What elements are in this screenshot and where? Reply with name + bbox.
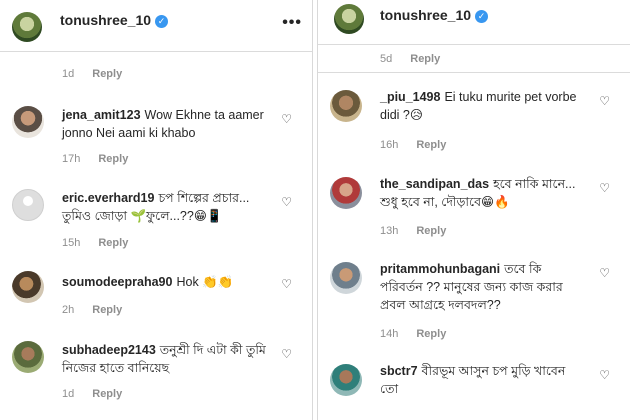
commenter-username[interactable]: pritammohunbagani — [380, 262, 500, 276]
reply-button[interactable]: Reply — [92, 68, 122, 80]
commenter-avatar[interactable] — [12, 189, 44, 221]
left-comments-panel: tonushree_10 ✓ ••• 1d Reply jena_amit123 Wo… — [0, 0, 312, 420]
comment-meta: 15h Reply — [62, 237, 128, 249]
comment-time: 2h — [62, 304, 75, 316]
comment-body: soumodeepraha90 Hok 👏👏 — [62, 273, 267, 291]
author-username[interactable]: tonushree_10 ✓ — [60, 12, 169, 28]
more-options-icon[interactable]: ••• — [282, 14, 302, 32]
comment-meta: 13h Reply — [380, 225, 446, 237]
like-heart-icon[interactable]: ♡ — [599, 368, 610, 382]
comment-body: sbctr7 বীরভূম আসুন চপ মুড়ি খাবেন তো — [380, 362, 585, 398]
comment-body: subhadeep2143 তনুশ্রী দি এটা কী তুমি নিজে… — [62, 341, 267, 377]
reply-button[interactable]: Reply — [92, 388, 122, 400]
comment-meta: 5d Reply — [380, 53, 440, 65]
verified-badge-icon: ✓ — [475, 9, 489, 23]
commenter-username[interactable]: _piu_1498 — [380, 90, 440, 104]
reply-button[interactable]: Reply — [416, 139, 446, 151]
like-heart-icon[interactable]: ♡ — [599, 181, 610, 195]
like-heart-icon[interactable]: ♡ — [281, 112, 292, 126]
reply-button[interactable]: Reply — [98, 237, 128, 249]
author-username-text[interactable]: tonushree_10 — [60, 12, 151, 28]
reply-button[interactable]: Reply — [98, 153, 128, 165]
commenter-username[interactable]: jena_amit123 — [62, 108, 141, 122]
post-header: tonushree_10 ✓ — [318, 0, 630, 45]
comment-body: the_sandipan_das হবে নাকি মানে... শুধু হব… — [380, 175, 585, 211]
comment-meta: 16h Reply — [380, 139, 446, 151]
like-heart-icon[interactable]: ♡ — [599, 266, 610, 280]
commenter-username[interactable]: subhadeep2143 — [62, 343, 156, 357]
comment-text: Hok 👏👏 — [176, 275, 234, 289]
commenter-avatar[interactable] — [330, 364, 362, 396]
comment-time: 1d — [62, 68, 75, 80]
author-username-text[interactable]: tonushree_10 — [380, 7, 471, 23]
author-username[interactable]: tonushree_10 ✓ — [380, 7, 489, 23]
section-divider — [318, 72, 630, 73]
verified-badge-icon: ✓ — [155, 14, 169, 28]
comment-time: 1d — [62, 388, 75, 400]
comment-time: 14h — [380, 328, 399, 340]
like-heart-icon[interactable]: ♡ — [599, 94, 610, 108]
like-heart-icon[interactable]: ♡ — [281, 277, 292, 291]
commenter-avatar[interactable] — [330, 262, 362, 294]
comment-time: 16h — [380, 139, 399, 151]
commenter-username[interactable]: eric.everhard19 — [62, 191, 154, 205]
comment-time: 5d — [380, 53, 393, 65]
comment-body: _piu_1498 Ei tuku murite pet vorbe didi ?… — [380, 88, 585, 124]
comment-body: pritammohunbagani তবে কি পরিবর্তন ?? মানু… — [380, 260, 585, 314]
comment-body: jena_amit123 Wow Ekhne ta aamer jonno Nei… — [62, 106, 267, 142]
comment-time: 17h — [62, 153, 81, 165]
reply-button[interactable]: Reply — [416, 225, 446, 237]
author-avatar[interactable] — [334, 4, 364, 34]
commenter-avatar[interactable] — [12, 341, 44, 373]
comment-meta: 17h Reply — [62, 153, 128, 165]
commenter-avatar[interactable] — [330, 90, 362, 122]
like-heart-icon[interactable]: ♡ — [281, 195, 292, 209]
like-heart-icon[interactable]: ♡ — [281, 347, 292, 361]
post-header: tonushree_10 ✓ ••• — [0, 0, 312, 52]
commenter-username[interactable]: the_sandipan_das — [380, 177, 489, 191]
comment-meta: 1d Reply — [62, 68, 122, 80]
author-avatar[interactable] — [12, 12, 42, 42]
commenter-avatar[interactable] — [12, 271, 44, 303]
commenter-avatar[interactable] — [330, 177, 362, 209]
commenter-username[interactable]: sbctr7 — [380, 364, 418, 378]
comment-body: eric.everhard19 চপ শিল্পের প্রচার... তুমি… — [62, 189, 267, 225]
comment-meta: 1d Reply — [62, 388, 122, 400]
reply-button[interactable]: Reply — [416, 328, 446, 340]
commenter-avatar[interactable] — [12, 106, 44, 138]
comment-meta: 14h Reply — [380, 328, 446, 340]
comment-time: 13h — [380, 225, 399, 237]
commenter-username[interactable]: soumodeepraha90 — [62, 275, 172, 289]
comment-meta: 2h Reply — [62, 304, 122, 316]
comment-time: 15h — [62, 237, 81, 249]
reply-button[interactable]: Reply — [410, 53, 440, 65]
right-comments-panel: tonushree_10 ✓ 5d Reply _piu_1498 Ei tuku m… — [318, 0, 630, 420]
reply-button[interactable]: Reply — [92, 304, 122, 316]
